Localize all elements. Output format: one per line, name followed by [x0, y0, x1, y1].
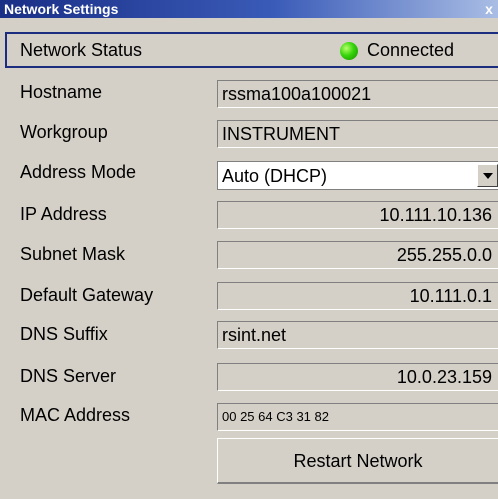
network-status-row: Network Status Connected [5, 32, 498, 68]
subnet-mask-field[interactable]: 255.255.0.0 [217, 241, 498, 269]
dns-suffix-field[interactable]: rsint.net [217, 321, 498, 349]
mac-address-label: MAC Address [20, 405, 131, 425]
chevron-down-icon[interactable] [477, 164, 498, 187]
restart-network-button[interactable]: Restart Network [217, 438, 498, 484]
network-settings-dialog: Network Settings x Network Status Connec… [0, 0, 498, 499]
default-gateway-field[interactable]: 10.111.0.1 [217, 282, 498, 310]
address-mode-value: Auto (DHCP) [222, 166, 328, 186]
address-mode-select[interactable]: Auto (DHCP) [217, 161, 498, 190]
mac-address-field[interactable]: 00 25 64 C3 31 82 [217, 403, 498, 431]
hostname-field[interactable]: rssma100a100021 [217, 80, 498, 108]
dns-server-label: DNS Server [20, 366, 117, 386]
dialog-title: Network Settings [4, 1, 119, 17]
workgroup-field[interactable]: INSTRUMENT [217, 120, 498, 148]
default-gateway-label: Default Gateway [20, 285, 154, 305]
ip-address-field[interactable]: 10.111.10.136 [217, 201, 498, 229]
dns-suffix-label: DNS Suffix [20, 324, 108, 344]
network-status-label: Network Status [20, 40, 143, 60]
network-status-value: Connected [367, 40, 455, 60]
title-bar: Network Settings x [0, 0, 498, 18]
connected-led-icon [340, 42, 358, 60]
close-icon[interactable]: x [482, 0, 496, 18]
workgroup-label: Workgroup [20, 122, 108, 142]
dns-server-field[interactable]: 10.0.23.159 [217, 363, 498, 391]
hostname-label: Hostname [20, 82, 103, 102]
ip-address-label: IP Address [20, 204, 107, 224]
subnet-mask-label: Subnet Mask [20, 244, 126, 264]
address-mode-label: Address Mode [20, 162, 137, 182]
